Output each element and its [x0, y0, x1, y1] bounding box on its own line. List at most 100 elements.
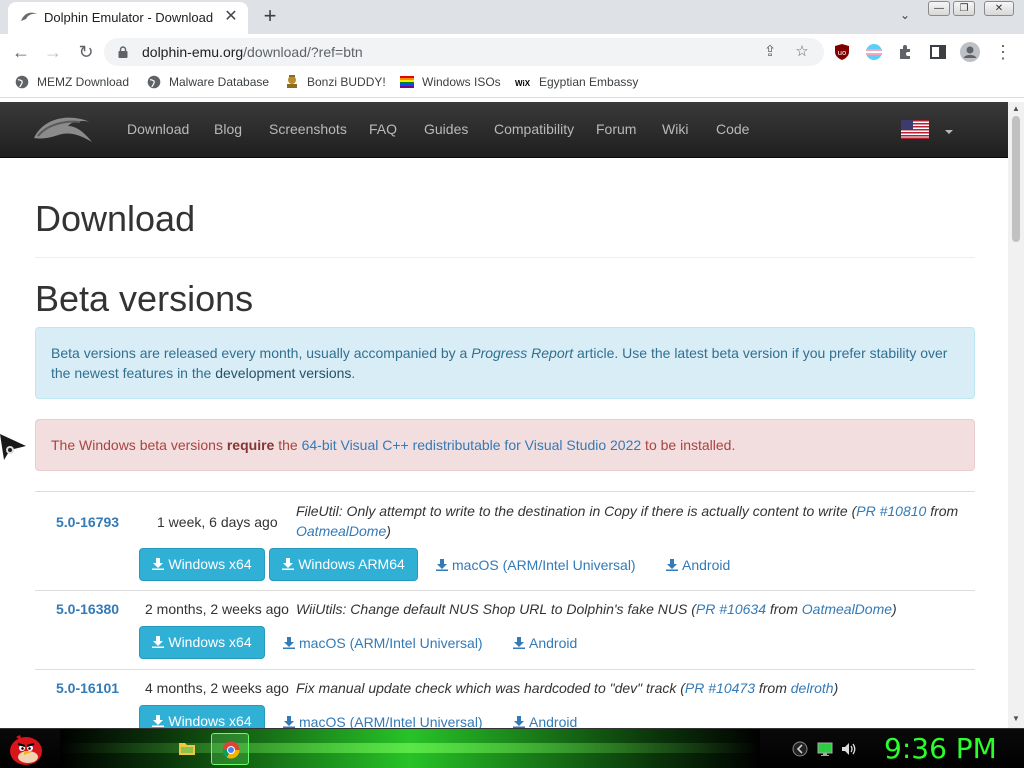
download-icon: [283, 637, 295, 649]
scroll-up-arrow-icon[interactable]: ▲: [1012, 104, 1020, 113]
bookmark-star-icon[interactable]: ☆: [792, 42, 812, 62]
download-macos-link[interactable]: macOS (ARM/Intel Universal): [283, 635, 483, 651]
monitor-icon[interactable]: [817, 741, 833, 757]
bookmark-memz-download[interactable]: MEMZ Download: [15, 75, 129, 93]
nav-blog[interactable]: Blog: [214, 121, 242, 137]
release-version-link[interactable]: 5.0-16380: [56, 601, 119, 617]
taskbar-clock[interactable]: 9:36 PM: [884, 732, 997, 765]
nav-screenshots[interactable]: Screenshots: [269, 121, 347, 137]
release-description: Fix manual update check which was hardco…: [296, 678, 976, 698]
browser-menu-icon[interactable]: ⋮: [990, 40, 1016, 64]
commit-from: from: [926, 503, 959, 519]
taskbar-file-explorer[interactable]: [168, 733, 206, 765]
bookmark-label: Malware Database: [169, 75, 270, 89]
bookmark-malware-database[interactable]: Malware Database: [147, 75, 269, 93]
extensions-puzzle-icon[interactable]: [897, 43, 915, 61]
profile-avatar-icon[interactable]: [960, 42, 980, 62]
pr-link[interactable]: PR #10810: [856, 503, 926, 519]
minimize-button[interactable]: —: [928, 1, 950, 16]
dolphin-logo-icon[interactable]: [32, 112, 96, 146]
divider: [35, 257, 975, 258]
warning-strong: require: [226, 437, 275, 453]
bookmark-windows-isos[interactable]: Windows ISOs: [400, 75, 501, 93]
restore-button[interactable]: ❐: [953, 1, 975, 16]
release-age: 4 months, 2 weeks ago: [145, 680, 289, 696]
download-macos-link[interactable]: macOS (ARM/Intel Universal): [436, 557, 636, 573]
download-icon: [152, 636, 165, 648]
download-windows-x64-button[interactable]: Windows x64: [139, 705, 265, 728]
nav-compatibility[interactable]: Compatibility: [494, 121, 574, 137]
url-text[interactable]: dolphin-emu.org/download/?ref=btn: [142, 44, 363, 60]
beta-info-alert: Beta versions are released every month, …: [35, 327, 975, 399]
side-panel-icon[interactable]: [929, 43, 947, 61]
commit-from: from: [765, 601, 802, 617]
url-path: /download/?ref=btn: [243, 44, 363, 60]
scrollbar-thumb[interactable]: [1012, 116, 1020, 242]
bookmark-bonzi-buddy[interactable]: Bonzi BUDDY!: [285, 75, 386, 93]
nav-faq[interactable]: FAQ: [369, 121, 397, 137]
window-close-button[interactable]: ✕: [984, 1, 1014, 16]
tab-search-icon[interactable]: ⌄: [896, 8, 914, 26]
author-link[interactable]: delroth: [791, 680, 834, 696]
volume-icon[interactable]: [841, 741, 857, 757]
download-windows-x64-button[interactable]: Windows x64: [139, 626, 265, 659]
bonzi-icon: [287, 75, 297, 88]
release-divider: [35, 669, 975, 670]
button-label: Windows x64: [168, 713, 252, 728]
svg-text:uo: uo: [838, 49, 847, 57]
download-macos-link[interactable]: macOS (ARM/Intel Universal): [283, 714, 483, 728]
download-android-link[interactable]: Android: [513, 714, 577, 728]
author-link[interactable]: OatmealDome: [296, 523, 386, 539]
pr-link[interactable]: PR #10634: [696, 601, 766, 617]
network-icon[interactable]: [792, 741, 808, 757]
taskbar-chrome[interactable]: [211, 733, 249, 765]
scroll-down-arrow-icon[interactable]: ▼: [1012, 714, 1020, 723]
chrome-icon: [222, 741, 240, 759]
info-emphasis: Progress Report: [471, 345, 574, 361]
release-age: 1 week, 6 days ago: [157, 514, 278, 530]
bookmarks-bar: MEMZ Download Malware Database Bonzi BUD…: [0, 70, 1024, 98]
browser-toolbar: ← → ↻ dolphin-emu.org/download/?ref=btn …: [0, 34, 1024, 70]
commit-end: ): [386, 523, 391, 539]
link-label: macOS (ARM/Intel Universal): [299, 635, 483, 651]
release-version-link[interactable]: 5.0-16793: [56, 514, 119, 530]
warning-text: to be installed.: [641, 437, 736, 453]
download-windows-x64-button[interactable]: Windows x64: [139, 548, 265, 581]
nav-code[interactable]: Code: [716, 121, 749, 137]
ublock-icon[interactable]: uo: [833, 43, 851, 61]
release-age: 2 months, 2 weeks ago: [145, 601, 289, 617]
share-icon[interactable]: ⇪: [760, 42, 780, 62]
bookmark-egyptian-embassy[interactable]: WiX Egyptian Embassy: [515, 75, 638, 93]
browser-tab[interactable]: Dolphin Emulator - Download ✕: [8, 2, 248, 34]
folder-icon: [179, 743, 195, 755]
reload-button[interactable]: ↻: [73, 40, 99, 64]
download-android-link[interactable]: Android: [666, 557, 730, 573]
url-host: dolphin-emu.org: [142, 44, 244, 60]
forward-button[interactable]: →: [40, 40, 66, 64]
language-dropdown-caret-icon[interactable]: [945, 130, 953, 134]
close-tab-icon[interactable]: ✕: [222, 8, 240, 26]
trans-flag-extension-icon[interactable]: [865, 43, 883, 61]
nav-guides[interactable]: Guides: [424, 121, 468, 137]
author-link[interactable]: OatmealDome: [802, 601, 892, 617]
release-divider: [35, 491, 975, 492]
page-scrollbar[interactable]: ▲ ▼: [1008, 102, 1024, 728]
nav-forum[interactable]: Forum: [596, 121, 636, 137]
button-label: Windows x64: [168, 556, 252, 572]
address-bar[interactable]: dolphin-emu.org/download/?ref=btn ⇪ ☆: [104, 38, 824, 66]
vc-redistributable-link[interactable]: 64-bit Visual C++ redistributable for Vi…: [302, 437, 642, 453]
nav-wiki[interactable]: Wiki: [662, 121, 688, 137]
development-versions-link[interactable]: development versions: [215, 365, 351, 381]
download-android-link[interactable]: Android: [513, 635, 577, 651]
start-button-angry-bird-icon[interactable]: [6, 731, 46, 767]
pr-link[interactable]: PR #10473: [685, 680, 755, 696]
us-flag-icon[interactable]: [901, 120, 929, 139]
nav-download[interactable]: Download: [127, 121, 189, 137]
release-version-link[interactable]: 5.0-16101: [56, 680, 119, 696]
bookmark-label: Windows ISOs: [422, 75, 501, 89]
download-windows-arm64-button[interactable]: Windows ARM64: [269, 548, 418, 581]
link-label: Android: [682, 557, 731, 573]
back-button[interactable]: ←: [8, 40, 34, 64]
new-tab-button[interactable]: +: [258, 4, 282, 30]
commit-end: ): [892, 601, 897, 617]
